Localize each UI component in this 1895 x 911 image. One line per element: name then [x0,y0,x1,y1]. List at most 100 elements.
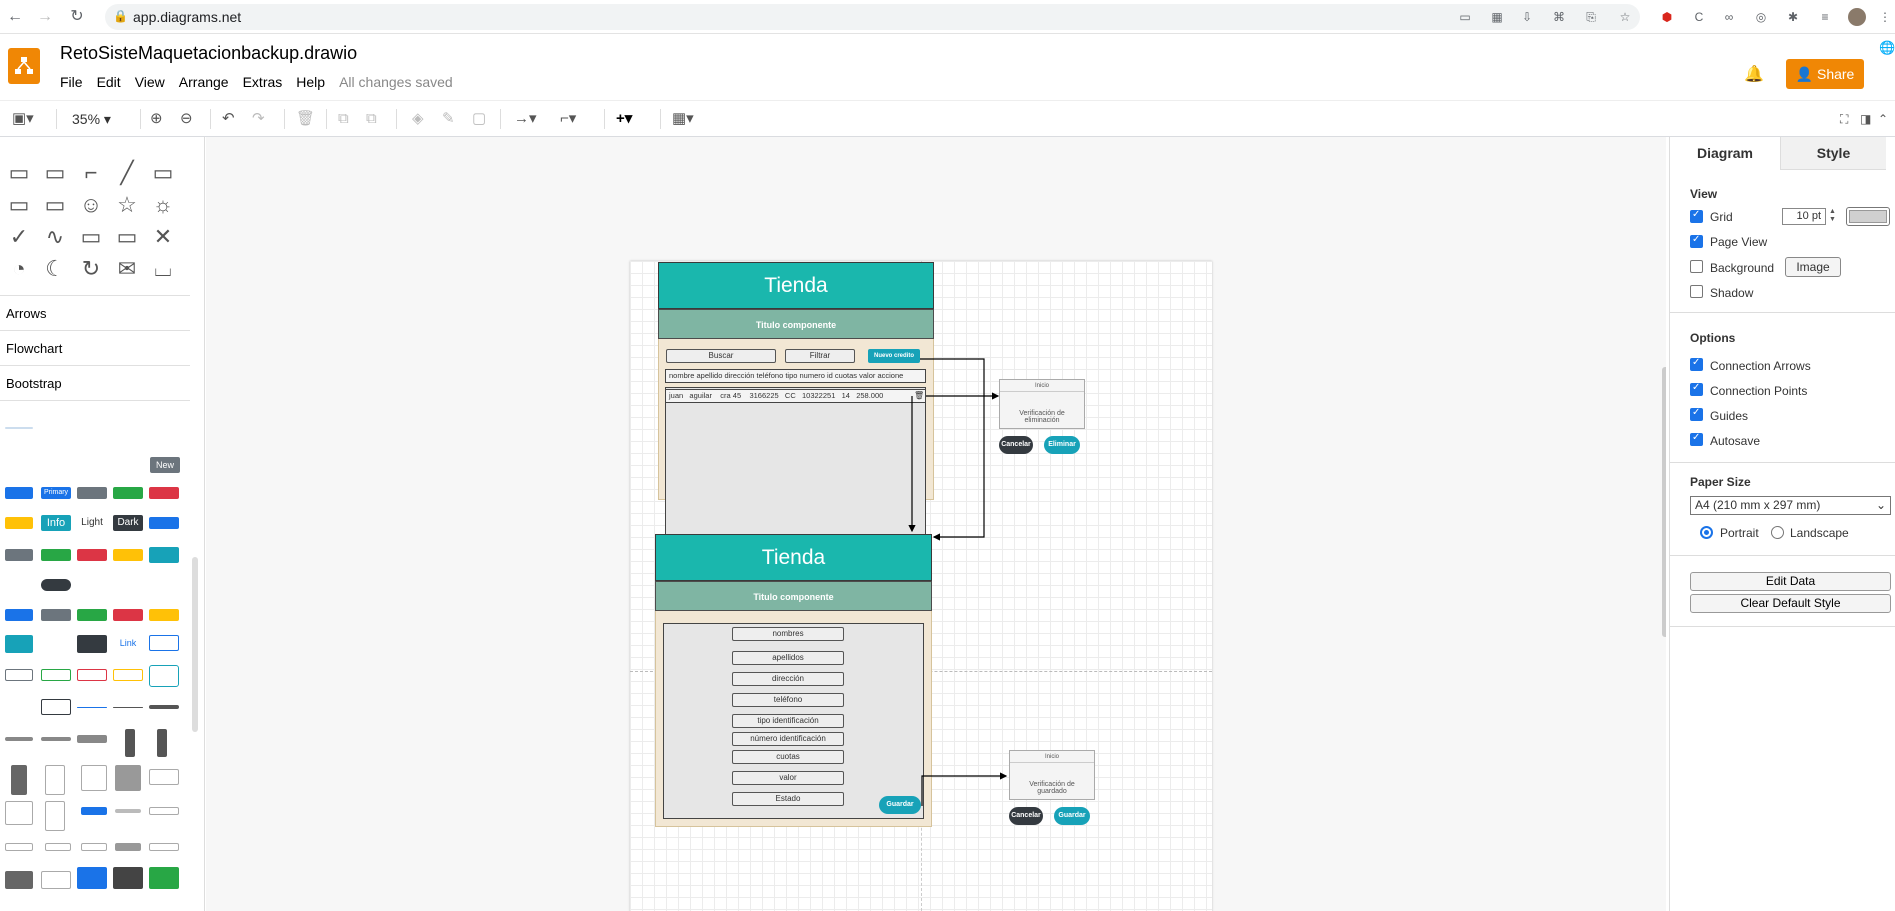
callout-shape[interactable]: ▭ [149,159,177,187]
language-globe-icon[interactable]: 🌐 [1879,40,1895,56]
corner-shape[interactable]: ⌐ [77,159,105,187]
bs-shape[interactable] [5,487,33,499]
zoom-out-icon[interactable]: ⊖ [180,110,193,128]
bs-shape[interactable] [41,669,71,681]
line-color-icon[interactable]: ✎ [442,110,455,128]
connection-icon[interactable]: →▾ [514,110,537,128]
menu-file[interactable]: File [60,74,83,90]
bs-shape[interactable] [157,729,167,757]
frame-shape[interactable]: ▭ [77,223,105,251]
star-icon[interactable]: ☆ [1616,8,1634,26]
waypoints-icon[interactable]: ⌐▾ [560,110,576,128]
menu-view[interactable]: View [135,74,165,90]
connection-points-checkbox[interactable] [1690,382,1703,396]
bs-shape[interactable] [41,549,71,561]
envelope-icon[interactable]: ✉ [113,255,141,283]
box-shape[interactable]: ▭ [41,191,69,219]
extension-circle-icon[interactable]: ◎ [1752,8,1770,26]
menu-help[interactable]: Help [296,74,325,90]
grid-checkbox[interactable] [1690,209,1703,223]
bs-link[interactable]: Link [113,637,143,649]
translate-icon[interactable]: ⌘ [1550,8,1568,26]
grid-size-stepper[interactable]: ▲ ▼ [1829,208,1839,225]
portrait-radio[interactable] [1700,526,1713,539]
reading-list-icon[interactable]: ≡ [1816,8,1834,26]
to-back-icon[interactable]: ⧉ [366,110,377,128]
bs-shape[interactable] [113,669,143,681]
zoom-in-icon[interactable]: ⊕ [150,110,163,128]
bs-shape[interactable] [5,427,33,429]
address-bar[interactable]: 🔒 app.diagrams.net [105,4,1640,30]
forward-icon[interactable]: → [34,6,56,28]
cylinder-shape[interactable]: ⌴ [149,255,177,283]
fill-color-icon[interactable]: ◈ [412,110,424,128]
bs-shape[interactable] [77,609,107,621]
grid-size-input[interactable]: 10 pt [1782,208,1826,225]
more-icon[interactable]: ⋮ [1876,8,1894,26]
autosave-checkbox[interactable] [1690,432,1703,446]
bs-shape[interactable] [5,549,33,561]
bs-shape[interactable] [41,871,71,889]
bs-shape[interactable] [113,609,143,621]
bs-new-badge[interactable]: New [150,457,180,473]
bs-shape[interactable] [5,801,33,825]
bs-shape[interactable] [81,843,107,851]
toggle-panel-icon[interactable]: ◨ [1860,110,1871,128]
bs-shape[interactable] [5,871,33,889]
bs-shape[interactable] [113,867,143,889]
rounded-rect-shape[interactable]: ▭ [5,159,33,187]
bs-shape[interactable] [41,737,71,741]
paper-size-select[interactable]: A4 (210 mm x 297 mm) ⌄ [1690,496,1891,515]
arc-shape[interactable]: ☾ [41,255,69,283]
edit-data-button[interactable]: Edit Data [1690,572,1891,591]
sidebar-scrollbar[interactable] [192,557,198,732]
page-view-checkbox[interactable] [1690,234,1703,248]
check-icon[interactable]: ✓ [5,223,33,251]
bs-shape[interactable] [115,809,141,813]
connection-arrows-checkbox[interactable] [1690,357,1703,371]
star-shape-icon[interactable]: ☆ [113,191,141,219]
extension-link-icon[interactable]: ∞ [1720,8,1738,26]
tab-diagram[interactable]: Diagram [1670,137,1780,170]
share-page-icon[interactable]: ⎘ [1582,8,1600,26]
bs-shape[interactable] [45,801,65,831]
extension-c-icon[interactable]: C [1690,8,1708,26]
bs-shape[interactable] [81,807,107,815]
clear-default-style-button[interactable]: Clear Default Style [1690,594,1891,613]
bs-shape[interactable] [115,843,141,851]
x-icon[interactable]: ✕ [149,223,177,251]
bs-shape[interactable] [45,843,71,851]
share-button[interactable]: 👤 Share [1786,59,1864,89]
undo-icon[interactable]: ↶ [222,110,235,128]
back-icon[interactable]: ← [4,6,26,28]
bs-shape[interactable] [77,707,107,708]
bs-shape[interactable] [11,765,27,795]
rect-shape[interactable]: ▭ [41,159,69,187]
bs-shape[interactable] [115,765,141,791]
bs-shape[interactable] [77,867,107,889]
table-icon[interactable]: ▦▾ [672,110,694,128]
collapse-icon[interactable]: ⌃ [1878,110,1888,128]
bs-shape[interactable] [77,549,107,561]
canvas-scrollbar[interactable] [1662,367,1666,637]
notification-bell-icon[interactable]: 🔔 [1744,64,1764,84]
puzzle-icon[interactable]: ✱ [1784,8,1802,26]
diagram-canvas[interactable]: Tienda Titulo componente Buscar Filtrar … [206,137,1666,911]
shadow-checkbox[interactable] [1690,285,1703,298]
bs-shape[interactable] [5,669,33,681]
line-shape[interactable]: ╱ [113,159,141,187]
pie-shape[interactable]: ◔ [5,255,33,283]
bs-shape[interactable] [149,705,179,709]
bs-shape[interactable] [149,517,179,529]
guides-checkbox[interactable] [1690,407,1703,421]
bs-shape[interactable] [149,547,179,563]
bs-shape[interactable] [77,635,107,653]
bs-shape[interactable] [113,487,143,499]
speech-shape[interactable]: ▭ [5,191,33,219]
bs-shape[interactable] [77,669,107,681]
landscape-radio[interactable] [1771,526,1784,539]
bs-shape[interactable] [113,707,143,708]
bs-shape[interactable] [77,487,107,499]
fullscreen-icon[interactable]: ⛶ [1840,110,1848,128]
bs-shape[interactable] [149,807,179,815]
